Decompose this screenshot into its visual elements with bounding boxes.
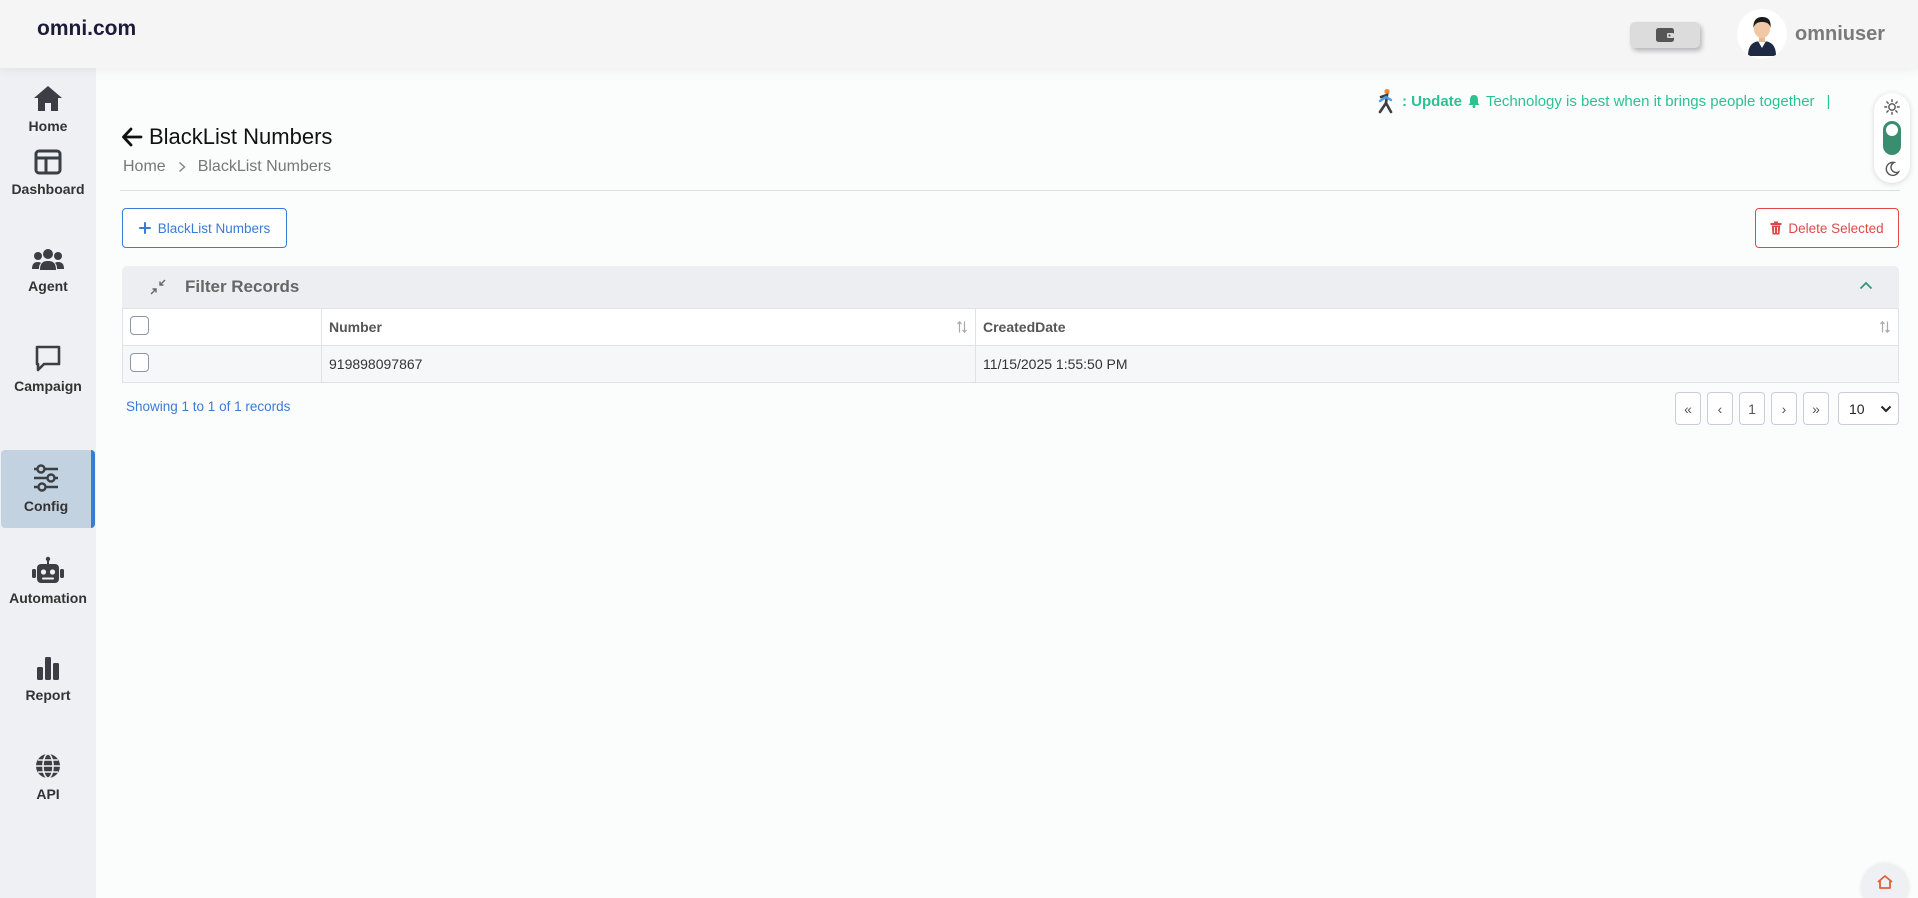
sidebar: Home Dashboard Agent Campaign Config Aut… — [0, 68, 96, 898]
ticker-message: Technology is best when it brings people… — [1486, 92, 1815, 110]
globe-icon — [36, 753, 60, 779]
floating-home-button[interactable] — [1862, 864, 1908, 898]
home-outline-icon — [1877, 875, 1893, 889]
first-page-button[interactable]: « — [1675, 392, 1701, 425]
sidebar-item-label: Report — [25, 687, 71, 703]
column-header-number[interactable]: Number — [321, 308, 976, 346]
chevron-down-icon — [1880, 405, 1892, 412]
avatar[interactable] — [1737, 9, 1787, 59]
breadcrumb-current: BlackList Numbers — [197, 158, 332, 175]
sidebar-item-report[interactable]: Report — [0, 640, 96, 718]
update-ticker: : Update Technology is best when it brin… — [1372, 88, 1830, 114]
blacklist-table: Number CreatedDate 919898097867 11/15/20… — [122, 308, 1899, 383]
row-select-cell — [122, 345, 322, 383]
theme-switch[interactable] — [1883, 121, 1901, 155]
page-title-text: BlackList Numbers — [149, 124, 333, 149]
breadcrumb: Home BlackList Numbers — [123, 158, 331, 176]
column-header-label: Number — [329, 319, 382, 335]
sidebar-item-label: Automation — [9, 590, 87, 606]
chat-icon — [35, 345, 61, 372]
delete-selected-label: Delete Selected — [1788, 220, 1884, 236]
dashboard-icon — [34, 149, 62, 175]
delete-selected-button[interactable]: Delete Selected — [1755, 208, 1899, 248]
ticker-prefix: : Update — [1402, 92, 1462, 110]
username[interactable]: omniuser — [1795, 23, 1885, 46]
users-icon — [32, 249, 64, 270]
next-page-button[interactable]: › — [1771, 392, 1797, 425]
collapse-arrows-icon — [150, 279, 166, 295]
bell-icon — [1468, 95, 1480, 108]
sidebar-item-label: Agent — [28, 278, 68, 294]
sidebar-item-label: Dashboard — [11, 181, 85, 197]
page-title: BlackList Numbers — [121, 124, 332, 150]
breadcrumb-home[interactable]: Home — [123, 158, 166, 176]
trash-icon — [1770, 221, 1782, 235]
sidebar-item-automation[interactable]: Automation — [0, 542, 96, 620]
select-all-checkbox[interactable] — [130, 316, 149, 335]
plus-icon — [138, 222, 151, 234]
prev-page-button[interactable]: ‹ — [1707, 392, 1733, 425]
home-icon — [34, 86, 62, 111]
user-avatar-icon — [1748, 17, 1776, 56]
page-1-button[interactable]: 1 — [1739, 392, 1765, 425]
add-blacklist-label: BlackList Numbers — [157, 220, 271, 236]
brand-logo[interactable]: omni.com — [37, 17, 136, 41]
pagination: « ‹ 1 › » — [1675, 392, 1829, 425]
chevron-up-icon[interactable] — [1859, 281, 1873, 290]
add-blacklist-button[interactable]: BlackList Numbers — [122, 208, 287, 248]
chevron-right-icon — [178, 161, 186, 173]
column-header-label: CreatedDate — [983, 319, 1066, 335]
ticker-cursor: | — [1826, 92, 1831, 110]
sun-icon — [1884, 99, 1900, 115]
records-summary: Showing 1 to 1 of 1 records — [126, 399, 291, 414]
filter-records-title: Filter Records — [185, 277, 300, 296]
sidebar-item-dashboard[interactable]: Dashboard — [0, 134, 96, 212]
sidebar-item-api[interactable]: API — [0, 738, 96, 816]
divider — [120, 190, 1900, 191]
sidebar-item-label: Config — [23, 498, 69, 514]
robot-icon — [32, 556, 64, 583]
table-header-row: Number CreatedDate — [122, 308, 1899, 346]
wallet-icon — [1656, 28, 1674, 42]
sidebar-item-label: API — [36, 786, 60, 802]
page-size-value: 10 — [1849, 400, 1865, 417]
top-bar: omni.com omniuser — [0, 0, 1918, 68]
wallet-button[interactable] — [1630, 22, 1700, 48]
sort-icon[interactable] — [1879, 320, 1891, 334]
last-page-button[interactable]: » — [1803, 392, 1829, 425]
select-all-cell — [122, 308, 322, 346]
page-size-select[interactable]: 10 — [1838, 392, 1899, 425]
theme-toggle[interactable] — [1874, 93, 1910, 183]
runner-icon — [1378, 88, 1393, 114]
table-row[interactable]: 919898097867 11/15/2025 1:55:50 PM — [122, 345, 1899, 383]
column-header-created-date[interactable]: CreatedDate — [975, 308, 1899, 346]
cell-created-date: 11/15/2025 1:55:50 PM — [975, 345, 1899, 383]
sort-icon[interactable] — [956, 320, 968, 334]
cell-number: 919898097867 — [321, 345, 976, 383]
sidebar-item-agent[interactable]: Agent — [0, 232, 96, 310]
sidebar-item-label: Campaign — [14, 378, 82, 394]
back-arrow-icon[interactable] — [121, 127, 143, 147]
bar-chart-icon — [37, 657, 59, 680]
sidebar-item-config[interactable]: Config — [1, 450, 95, 528]
row-checkbox[interactable] — [130, 353, 149, 372]
sidebar-item-label: Home — [28, 118, 68, 134]
sidebar-item-campaign[interactable]: Campaign — [0, 330, 96, 408]
filter-records-panel[interactable]: Filter Records — [122, 266, 1899, 308]
moon-icon — [1885, 161, 1900, 177]
sliders-icon — [34, 464, 58, 492]
